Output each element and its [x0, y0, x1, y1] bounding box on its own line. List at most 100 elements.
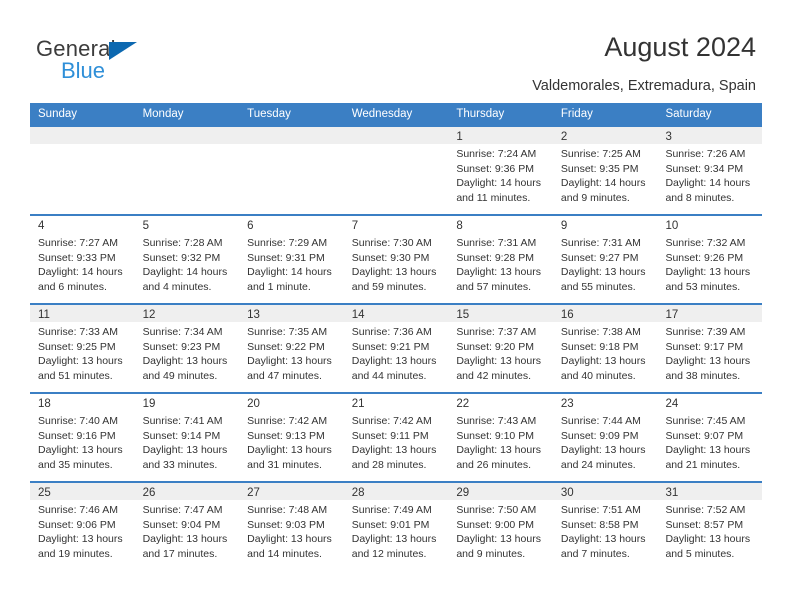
- day-details: Sunrise: 7:46 AM Sunset: 9:06 PM Daylight:…: [30, 500, 135, 561]
- day-detail-line: Sunset: 8:57 PM: [665, 518, 744, 531]
- day-details: Sunrise: 7:31 AM Sunset: 9:28 PM Daylight:…: [448, 233, 553, 294]
- day-details: Sunrise: 7:42 AM Sunset: 9:11 PM Daylight:…: [344, 411, 449, 472]
- day-cell-7[interactable]: 7 Sunrise: 7:30 AM Sunset: 9:30 PM Daylight…: [343, 216, 449, 303]
- day-cell-16[interactable]: 16 Sunrise: 7:38 AM Sunset: 9:18 PM Dayligh…: [552, 305, 658, 392]
- day-detail-line: Sunset: 9:01 PM: [351, 518, 430, 531]
- day-cell-9[interactable]: 9 Sunrise: 7:31 AM Sunset: 9:27 PM Daylight…: [552, 216, 658, 303]
- day-number-bar: 17: [657, 305, 763, 322]
- day-detail-line: Sunrise: 7:39 AM: [665, 326, 746, 338]
- day-detail-line: and 5 minutes.: [665, 547, 735, 560]
- day-number: 16: [560, 309, 574, 321]
- day-details: Sunrise: 7:29 AM Sunset: 9:31 PM Daylight:…: [239, 233, 344, 294]
- day-cell-2[interactable]: 2 Sunrise: 7:25 AM Sunset: 9:35 PM Daylight…: [552, 127, 658, 214]
- day-detail-line: Sunrise: 7:42 AM: [351, 415, 432, 427]
- day-cell-14[interactable]: 14 Sunrise: 7:36 AM Sunset: 9:21 PM Dayligh…: [343, 305, 449, 392]
- day-detail-line: Sunset: 9:06 PM: [38, 518, 116, 531]
- day-number-bar: 15: [448, 305, 553, 322]
- day-detail-line: Sunset: 9:28 PM: [456, 251, 534, 264]
- day-detail-line: and 38 minutes.: [665, 369, 741, 382]
- day-cell-1[interactable]: 1 Sunrise: 7:24 AM Sunset: 9:36 PM Daylight…: [448, 127, 553, 214]
- day-cell-10[interactable]: 10 Sunrise: 7:32 AM Sunset: 9:26 PM Dayligh…: [657, 216, 763, 303]
- day-detail-line: Daylight: 13 hours: [351, 266, 437, 279]
- day-detail-line: Daylight: 13 hours: [560, 266, 646, 279]
- day-cell-21[interactable]: 21 Sunrise: 7:42 AM Sunset: 9:11 PM Dayligh…: [343, 394, 449, 481]
- day-cell-8[interactable]: 8 Sunrise: 7:31 AM Sunset: 9:28 PM Daylight…: [448, 216, 553, 303]
- day-detail-line: Sunset: 9:00 PM: [456, 518, 534, 531]
- day-number: 31: [665, 487, 679, 499]
- day-detail-line: Sunrise: 7:47 AM: [142, 504, 223, 516]
- day-detail-line: Sunset: 9:23 PM: [142, 340, 221, 353]
- day-number-bar: 21: [343, 394, 449, 411]
- day-details: Sunrise: 7:38 AM Sunset: 9:18 PM Daylight:…: [553, 322, 658, 383]
- day-cell-19[interactable]: 19 Sunrise: 7:41 AM Sunset: 9:14 PM Dayligh…: [134, 394, 240, 481]
- day-detail-line: Sunset: 9:03 PM: [247, 518, 325, 531]
- day-detail-line: Sunrise: 7:26 AM: [665, 148, 746, 160]
- day-detail-line: and 59 minutes.: [351, 280, 427, 293]
- day-cell-31[interactable]: 31 Sunrise: 7:52 AM Sunset: 8:57 PM Dayligh…: [657, 483, 763, 570]
- day-detail-line: Daylight: 13 hours: [560, 533, 646, 546]
- day-detail-line: Daylight: 13 hours: [665, 266, 751, 279]
- day-cell-24[interactable]: 24 Sunrise: 7:45 AM Sunset: 9:07 PM Dayligh…: [657, 394, 763, 481]
- weekday-header-sunday: Sunday: [38, 108, 78, 120]
- day-detail-line: Sunrise: 7:51 AM: [560, 504, 641, 516]
- day-detail-line: Sunset: 9:11 PM: [351, 429, 429, 442]
- day-details: [344, 144, 449, 147]
- page-title: August 2024: [604, 32, 756, 62]
- day-cell-12[interactable]: 12 Sunrise: 7:34 AM Sunset: 9:23 PM Dayligh…: [134, 305, 240, 392]
- day-cell-17[interactable]: 17 Sunrise: 7:39 AM Sunset: 9:17 PM Dayligh…: [657, 305, 763, 392]
- day-details: [135, 144, 240, 147]
- day-details: Sunrise: 7:36 AM Sunset: 9:21 PM Daylight:…: [344, 322, 449, 383]
- triangle-icon: [109, 42, 137, 60]
- day-cell-5[interactable]: 5 Sunrise: 7:28 AM Sunset: 9:32 PM Daylight…: [134, 216, 240, 303]
- day-detail-line: and 26 minutes.: [456, 458, 532, 471]
- day-number-bar: 25: [30, 483, 135, 500]
- day-detail-line: Sunrise: 7:34 AM: [142, 326, 223, 338]
- day-detail-line: Daylight: 13 hours: [456, 444, 541, 457]
- day-detail-line: Sunrise: 7:32 AM: [665, 237, 746, 249]
- day-cell-29[interactable]: 29 Sunrise: 7:50 AM Sunset: 9:00 PM Dayligh…: [448, 483, 553, 570]
- day-number: 23: [560, 398, 574, 410]
- day-detail-line: and 53 minutes.: [665, 280, 741, 293]
- day-number-bar: [343, 127, 449, 144]
- day-number: 17: [665, 309, 679, 321]
- day-cell-23[interactable]: 23 Sunrise: 7:44 AM Sunset: 9:09 PM Dayligh…: [552, 394, 658, 481]
- day-number-bar: 5: [134, 216, 240, 233]
- day-cell-27[interactable]: 27 Sunrise: 7:48 AM Sunset: 9:03 PM Dayligh…: [239, 483, 344, 570]
- day-number: 19: [142, 398, 156, 410]
- day-detail-line: and 8 minutes.: [665, 191, 735, 204]
- day-cell-15[interactable]: 15 Sunrise: 7:37 AM Sunset: 9:20 PM Dayligh…: [448, 305, 553, 392]
- day-cell-28[interactable]: 28 Sunrise: 7:49 AM Sunset: 9:01 PM Dayligh…: [343, 483, 449, 570]
- day-number-bar: 29: [448, 483, 553, 500]
- day-detail-line: and 51 minutes.: [38, 369, 113, 382]
- day-detail-line: Sunset: 9:26 PM: [665, 251, 744, 264]
- day-cell-20[interactable]: 20 Sunrise: 7:42 AM Sunset: 9:13 PM Dayligh…: [239, 394, 344, 481]
- day-cell-3[interactable]: 3 Sunrise: 7:26 AM Sunset: 9:34 PM Daylight…: [657, 127, 763, 214]
- day-cell-18[interactable]: 18 Sunrise: 7:40 AM Sunset: 9:16 PM Dayligh…: [30, 394, 135, 481]
- day-number-bar: 20: [239, 394, 344, 411]
- day-detail-line: Sunset: 9:09 PM: [560, 429, 639, 442]
- day-details: Sunrise: 7:42 AM Sunset: 9:13 PM Daylight:…: [239, 411, 344, 472]
- day-detail-line: and 9 minutes.: [560, 191, 630, 204]
- day-detail-line: Sunrise: 7:30 AM: [351, 237, 432, 249]
- day-detail-line: Daylight: 13 hours: [247, 355, 332, 368]
- general-blue-logo: General Blue: [36, 36, 156, 84]
- day-detail-line: Daylight: 13 hours: [247, 444, 332, 457]
- page-subtitle: Valdemorales, Extremadura, Spain: [532, 78, 756, 94]
- day-cell-30[interactable]: 30 Sunrise: 7:51 AM Sunset: 8:58 PM Dayligh…: [552, 483, 658, 570]
- day-detail-line: Sunrise: 7:43 AM: [456, 415, 537, 427]
- day-number-bar: 4: [30, 216, 135, 233]
- day-detail-line: Sunrise: 7:44 AM: [560, 415, 641, 427]
- day-number-bar: 31: [657, 483, 763, 500]
- day-cell-6[interactable]: 6 Sunrise: 7:29 AM Sunset: 9:31 PM Daylight…: [239, 216, 344, 303]
- day-cell-11[interactable]: 11 Sunrise: 7:33 AM Sunset: 9:25 PM Dayligh…: [30, 305, 135, 392]
- day-cell-25[interactable]: 25 Sunrise: 7:46 AM Sunset: 9:06 PM Dayligh…: [30, 483, 135, 570]
- day-details: Sunrise: 7:25 AM Sunset: 9:35 PM Daylight:…: [553, 144, 658, 205]
- day-cell-26[interactable]: 26 Sunrise: 7:47 AM Sunset: 9:04 PM Dayligh…: [134, 483, 240, 570]
- calendar-week-row: 11 Sunrise: 7:33 AM Sunset: 9:25 PM Dayligh…: [30, 303, 763, 392]
- day-cell-4[interactable]: 4 Sunrise: 7:27 AM Sunset: 9:33 PM Daylight…: [30, 216, 135, 303]
- day-detail-line: Sunrise: 7:33 AM: [38, 326, 118, 338]
- day-cell-22[interactable]: 22 Sunrise: 7:43 AM Sunset: 9:10 PM Dayligh…: [448, 394, 553, 481]
- day-cell-13[interactable]: 13 Sunrise: 7:35 AM Sunset: 9:22 PM Dayligh…: [239, 305, 344, 392]
- day-detail-line: Sunrise: 7:29 AM: [247, 237, 328, 249]
- day-number: 30: [560, 487, 574, 499]
